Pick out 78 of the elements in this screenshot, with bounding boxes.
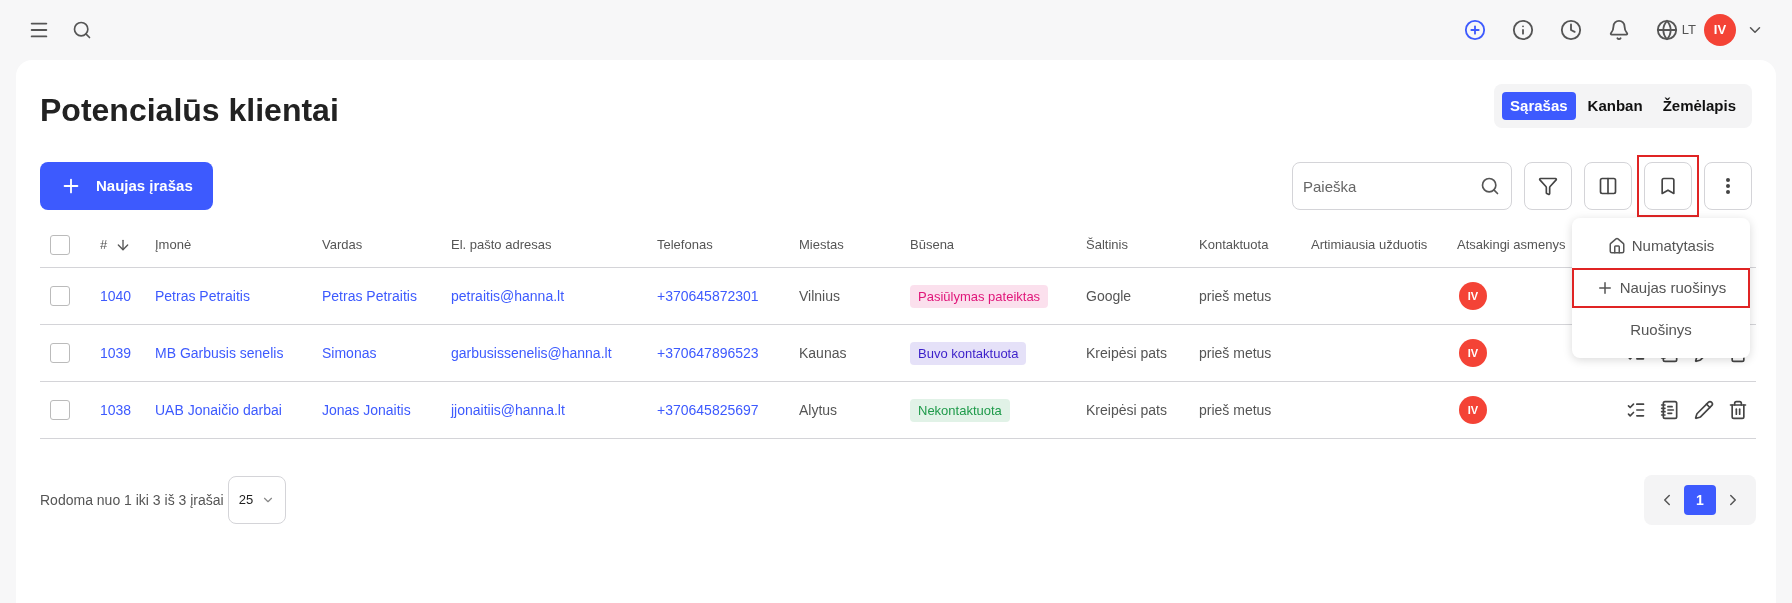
column-header[interactable]: Telefonas — [657, 234, 713, 255]
row-checkbox[interactable] — [50, 343, 70, 363]
status-tag: Nekontaktuota — [910, 398, 1010, 422]
email-link[interactable]: garbusissenelis@hanna.lt — [451, 344, 612, 361]
records-summary: Rodoma nuo 1 iki 3 iš 3 įrašai — [40, 490, 224, 510]
toolbar-button[interactable] — [1584, 162, 1632, 210]
contacted-cell: prieš metus — [1199, 287, 1272, 304]
contacted-cell: prieš metus — [1199, 401, 1272, 418]
edit-icon[interactable] — [1694, 400, 1714, 420]
search-icon[interactable] — [72, 20, 92, 40]
note-icon[interactable] — [1660, 400, 1680, 420]
view-tab[interactable]: Žemėlapis — [1654, 92, 1744, 120]
clock-icon[interactable] — [1559, 19, 1582, 41]
menu-item[interactable]: Naujas ruošinys — [1572, 268, 1750, 308]
source-cell: Google — [1086, 287, 1132, 304]
source-cell: Kreipėsi pats — [1086, 344, 1167, 361]
search-icon — [1480, 176, 1500, 196]
toolbar-button[interactable] — [1524, 162, 1572, 210]
source-cell: Kreipėsi pats — [1086, 401, 1167, 418]
view-tab[interactable]: Sąrašas — [1502, 92, 1576, 120]
toolbar-button[interactable] — [1644, 162, 1692, 210]
column-header[interactable]: Atsakingi asmenys — [1457, 234, 1566, 255]
city-cell: Kaunas — [799, 344, 847, 361]
view-tab[interactable]: Kanban — [1579, 92, 1651, 120]
page-title: Potencialūs klientai — [40, 91, 339, 130]
new-record-button[interactable]: Naujas įrašas — [40, 162, 213, 210]
column-header[interactable]: Kontaktuota — [1199, 234, 1269, 255]
city-cell: Alytus — [799, 401, 838, 418]
delete-icon[interactable] — [1728, 400, 1748, 420]
row-checkbox[interactable] — [50, 400, 70, 420]
email-link[interactable]: jjonaitiis@hanna.lt — [451, 401, 565, 418]
status-tag: Pasiūlymas pateiktas — [910, 284, 1049, 308]
globe-icon[interactable] — [1655, 19, 1678, 41]
city-cell: Vilnius — [799, 287, 840, 304]
checklist-icon[interactable] — [1626, 400, 1646, 420]
name-link[interactable]: Simonas — [322, 344, 377, 361]
record-id-link[interactable]: 1039 — [100, 344, 132, 361]
add-icon[interactable] — [1463, 19, 1486, 41]
company-link[interactable]: MB Garbusis senelis — [155, 344, 284, 361]
contacted-cell: prieš metus — [1199, 344, 1272, 361]
column-header[interactable]: Vardas — [322, 234, 363, 255]
page-size-select[interactable]: 25 — [227, 476, 286, 524]
search-field[interactable]: Paieška — [1292, 162, 1512, 210]
user-avatar[interactable]: IV — [1704, 14, 1736, 46]
column-header[interactable]: Būsena — [910, 234, 955, 255]
assignee-avatar: IV — [1459, 396, 1487, 424]
menu-item[interactable]: Ruošinys — [1572, 310, 1750, 350]
filter-icon — [1538, 176, 1558, 196]
name-link[interactable]: Jonas Jonaitis — [322, 401, 411, 418]
phone-link[interactable]: +370645825697 — [657, 401, 759, 418]
assignee-avatar: IV — [1459, 339, 1487, 367]
company-link[interactable]: Petras Petraitis — [155, 287, 250, 304]
phone-link[interactable]: +370647896523 — [657, 344, 759, 361]
phone-link[interactable]: +370645872301 — [657, 287, 759, 304]
column-header[interactable]: # — [100, 234, 108, 255]
bell-icon[interactable] — [1607, 19, 1630, 41]
column-header[interactable]: El. pašto adresas — [451, 234, 552, 255]
language-label[interactable]: LT — [1681, 20, 1696, 40]
menu-item[interactable]: Numatytasis — [1572, 226, 1750, 266]
more-icon — [1726, 178, 1730, 194]
record-id-link[interactable]: 1040 — [100, 287, 132, 304]
company-link[interactable]: UAB Jonaičio darbai — [155, 401, 282, 418]
status-tag: Buvo kontaktuota — [910, 341, 1027, 365]
name-link[interactable]: Petras Petraitis — [322, 287, 417, 304]
row-checkbox[interactable] — [50, 286, 70, 306]
info-icon[interactable] — [1511, 19, 1534, 41]
columns-icon — [1598, 176, 1618, 196]
column-header[interactable]: Artimiausia užduotis — [1311, 234, 1428, 255]
column-header[interactable]: Šaltinis — [1086, 234, 1128, 255]
email-link[interactable]: petraitis@hanna.lt — [451, 287, 565, 304]
column-header[interactable]: Įmonė — [155, 234, 192, 255]
select-all-checkbox[interactable] — [50, 234, 70, 255]
record-id-link[interactable]: 1038 — [100, 401, 132, 418]
bookmark-icon — [1658, 176, 1678, 196]
home-icon — [1607, 237, 1626, 255]
page-button[interactable]: 1 — [1684, 485, 1716, 515]
column-header[interactable]: Miestas — [799, 234, 844, 255]
assignee-avatar: IV — [1459, 282, 1487, 310]
